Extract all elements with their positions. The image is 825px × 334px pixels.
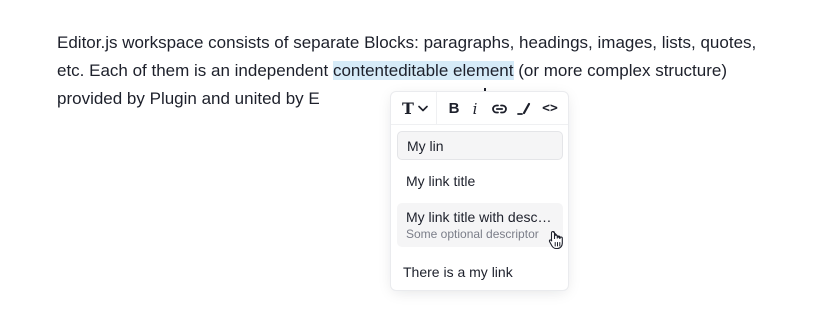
inline-toolbar: T B i <> — [391, 92, 568, 125]
selected-text: contenteditable element — [332, 61, 514, 80]
bold-button[interactable]: B — [445, 92, 463, 125]
text-type-icon: T — [402, 99, 414, 118]
inline-toolbar-popover: T B i <> My link title My link title wit… — [390, 91, 569, 291]
convert-to-button[interactable]: T — [399, 92, 431, 125]
italic-button[interactable]: i — [467, 92, 483, 125]
link-suggestion-item[interactable]: My link title with description Some opti… — [397, 203, 563, 247]
suggestion-title: My link title with description — [406, 209, 554, 225]
marker-button[interactable] — [513, 92, 535, 125]
code-button[interactable]: <> — [538, 92, 562, 125]
link-suggestion-item[interactable]: My link title — [397, 172, 563, 192]
hand-pointer-icon — [548, 230, 563, 250]
suggestion-description: Some optional descriptor — [406, 227, 539, 241]
suggestion-title: There is a my link — [403, 264, 513, 280]
marker-icon — [517, 102, 531, 115]
link-search-input[interactable] — [397, 131, 563, 160]
toolbar-divider — [436, 92, 437, 125]
link-button[interactable] — [488, 92, 510, 125]
chevron-down-icon — [418, 105, 428, 112]
link-suggestion-item[interactable]: There is a my link — [394, 263, 560, 283]
suggestion-title: My link title — [406, 173, 476, 189]
link-icon — [491, 104, 507, 113]
